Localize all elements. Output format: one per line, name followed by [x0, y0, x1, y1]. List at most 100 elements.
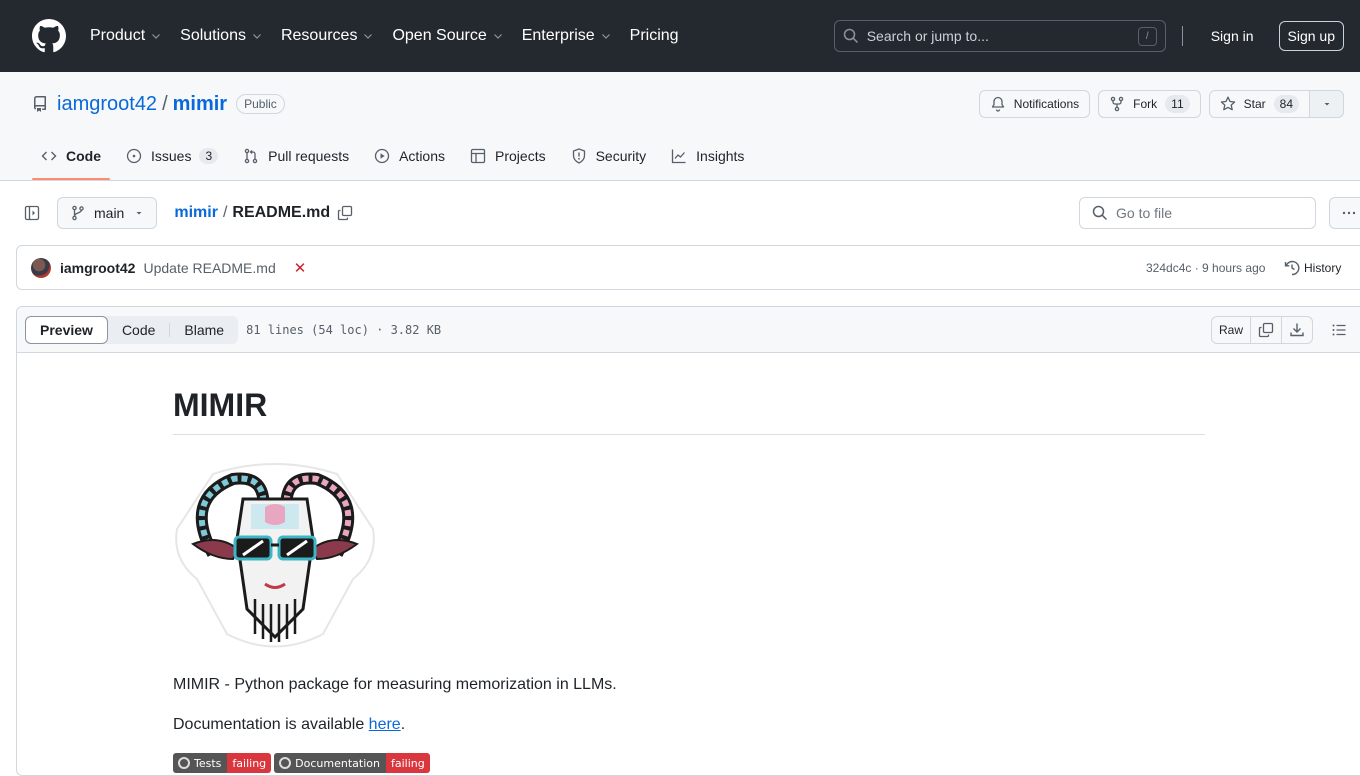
sign-in-link[interactable]: Sign in — [1211, 28, 1254, 44]
raw-button[interactable]: Raw — [1212, 317, 1252, 343]
badge-status: failing — [385, 753, 430, 774]
fork-button[interactable]: Fork 11 — [1098, 90, 1201, 118]
more-options-button[interactable] — [1329, 197, 1360, 229]
commit-author-link[interactable]: iamgroot42 — [60, 260, 135, 276]
star-label: Star — [1243, 97, 1266, 111]
code-view-tab[interactable]: Code — [108, 316, 169, 344]
nav-label: Resources — [280, 27, 358, 44]
commit-message-link[interactable]: Update README.md — [143, 260, 275, 276]
search-icon — [843, 28, 859, 44]
star-count: 84 — [1273, 95, 1299, 113]
tab-code[interactable]: Code — [32, 132, 110, 180]
expand-file-tree-button[interactable] — [16, 197, 48, 229]
history-button[interactable]: History — [1284, 260, 1341, 276]
nav-label: Solutions — [180, 27, 246, 44]
repo-actions: Notifications Fork 11 Star 84 — [971, 90, 1344, 118]
repo-owner-link[interactable]: iamgroot42 — [57, 93, 157, 116]
download-button[interactable] — [1282, 317, 1312, 343]
chevron-down-icon — [251, 30, 263, 42]
code-icon — [41, 148, 57, 164]
repo-icon — [32, 96, 48, 112]
status-badges: Tests failing Documentation failing — [173, 753, 1205, 774]
copy-raw-button[interactable] — [1251, 317, 1283, 343]
chevron-down-icon — [600, 30, 612, 42]
repo-name-link[interactable]: mimir — [173, 93, 227, 116]
star-button[interactable]: Star 84 — [1208, 90, 1310, 118]
history-label: History — [1304, 260, 1342, 275]
nav-label: Open Source — [392, 27, 487, 44]
issues-count: 3 — [199, 148, 219, 164]
repo-title-row: iamgroot42 / mimir Public Notifications … — [32, 88, 1344, 120]
repo-tabs: Code Issues 3 Pull requests Actions Proj… — [32, 132, 760, 180]
breadcrumb-repo-link[interactable]: mimir — [174, 204, 218, 222]
view-mode-toggle: Preview Code Blame — [25, 315, 239, 344]
chevron-down-icon — [150, 30, 162, 42]
global-search-input[interactable]: Search or jump to... / — [833, 20, 1166, 52]
tab-insights[interactable]: Insights — [662, 132, 753, 180]
github-logo-icon[interactable] — [32, 19, 66, 53]
badge-status: failing — [227, 753, 272, 774]
nav-open-source[interactable]: Open Source — [392, 27, 503, 45]
check-failed-x-icon[interactable]: ✕ — [294, 259, 307, 277]
commit-sha-and-time[interactable]: 324dc4c · 9 hours ago — [1146, 261, 1265, 275]
blame-tab[interactable]: Blame — [170, 316, 238, 344]
repo-header: iamgroot42 / mimir Public Notifications … — [0, 72, 1360, 181]
issue-icon — [126, 148, 142, 164]
copy-path-icon[interactable] — [337, 205, 353, 221]
docs-suffix: . — [400, 716, 406, 734]
nav-solutions[interactable]: Solutions — [180, 27, 263, 45]
tests-badge[interactable]: Tests failing — [173, 753, 272, 774]
file-breadcrumb: mimir / README.md — [174, 204, 353, 222]
go-to-file-placeholder: Go to file — [1116, 205, 1173, 221]
star-list-dropdown[interactable] — [1310, 90, 1344, 118]
docs-here-link[interactable]: here — [369, 716, 401, 733]
nav-resources[interactable]: Resources — [281, 27, 374, 45]
file-nav-bar: main mimir / README.md Go to file — [16, 197, 1360, 229]
repo-path-separator: / — [162, 92, 168, 115]
header-divider — [1181, 26, 1183, 46]
github-logo-icon — [178, 757, 190, 770]
fork-label: Fork — [1133, 97, 1158, 111]
file-stats: 81 lines (54 loc) · 3.82 KB — [246, 322, 442, 337]
caret-down-icon — [134, 208, 144, 218]
pull-request-icon — [243, 148, 259, 164]
outline-button[interactable] — [1325, 316, 1353, 344]
tab-label: Projects — [495, 148, 546, 164]
tab-label: Actions — [399, 148, 446, 164]
tab-issues[interactable]: Issues 3 — [117, 132, 227, 180]
sign-up-button[interactable]: Sign up — [1278, 21, 1344, 51]
history-icon — [1284, 260, 1300, 276]
nav-enterprise[interactable]: Enterprise — [522, 27, 612, 45]
branch-selector[interactable]: main — [57, 197, 158, 229]
notifications-button[interactable]: Notifications — [978, 90, 1091, 118]
global-header: Product Solutions Resources Open Source … — [0, 0, 1360, 72]
tab-label: Issues — [151, 148, 192, 164]
chevron-down-icon — [492, 30, 504, 42]
nav-pricing[interactable]: Pricing — [630, 27, 679, 45]
tab-security[interactable]: Security — [562, 132, 656, 180]
branch-name: main — [94, 205, 125, 221]
global-nav: Product Solutions Resources Open Source … — [90, 27, 697, 45]
copy-icon — [1258, 322, 1274, 338]
badge-label: Tests — [173, 753, 228, 774]
github-logo-icon — [279, 757, 292, 770]
go-to-file-input[interactable]: Go to file — [1079, 197, 1316, 229]
preview-tab[interactable]: Preview — [25, 315, 108, 344]
readme-docs-line: Documentation is available here. — [173, 713, 1205, 737]
search-icon — [1092, 205, 1108, 221]
bell-icon — [990, 96, 1006, 112]
mimir-logo-image[interactable] — [173, 459, 377, 649]
download-icon — [1289, 322, 1305, 338]
documentation-badge[interactable]: Documentation failing — [274, 753, 430, 774]
tab-pull-requests[interactable]: Pull requests — [234, 132, 358, 180]
author-avatar[interactable] — [31, 257, 51, 278]
fork-count: 11 — [1165, 95, 1190, 113]
latest-commit-box: iamgroot42 Update README.md ✕ 324dc4c · … — [16, 245, 1360, 290]
tab-actions[interactable]: Actions — [365, 132, 454, 180]
docs-prefix: Documentation is available — [173, 716, 369, 734]
file-tools: Raw — [1211, 316, 1353, 344]
tab-projects[interactable]: Projects — [461, 132, 555, 180]
file-viewer-header: Preview Code Blame 81 lines (54 loc) · 3… — [17, 307, 1360, 353]
nav-product[interactable]: Product — [90, 27, 162, 45]
chevron-down-icon — [362, 30, 374, 42]
